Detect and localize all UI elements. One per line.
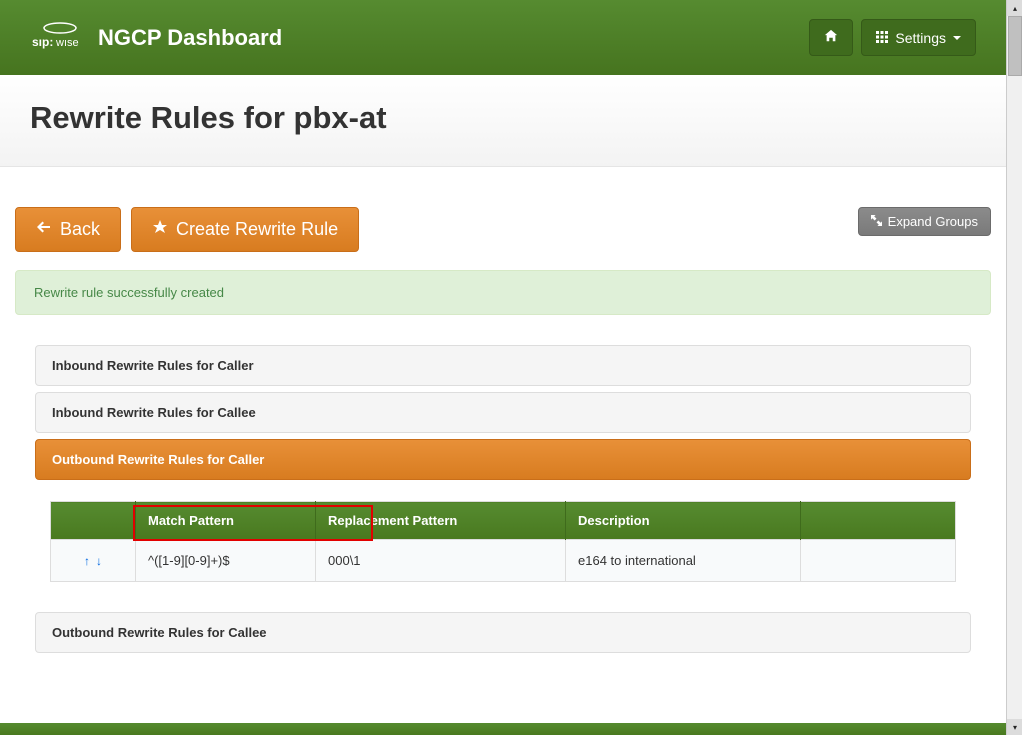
grid-icon xyxy=(876,30,888,46)
settings-label: Settings xyxy=(895,30,946,46)
expand-label: Expand Groups xyxy=(888,214,978,229)
cell-replacement: 000\1 xyxy=(316,540,566,582)
scroll-down-icon[interactable]: ▾ xyxy=(1007,719,1022,735)
panel-body-outbound-caller: Match Pattern Replacement Pattern Descri… xyxy=(35,486,971,612)
footer-bar xyxy=(0,723,1006,735)
brand[interactable]: sıp: wıse NGCP Dashboard xyxy=(30,22,282,54)
table-header-match: Match Pattern xyxy=(136,502,316,540)
nav-right: Settings xyxy=(809,19,976,56)
chevron-down-icon xyxy=(953,36,961,40)
expand-icon xyxy=(871,214,882,229)
create-rule-button[interactable]: Create Rewrite Rule xyxy=(131,207,359,252)
action-bar: Back Create Rewrite Rule Expand Groups xyxy=(15,207,991,252)
table-row[interactable]: ↑ ↓ ^([1-9][0-9]+)$ 000\1 e164 to intern… xyxy=(51,540,956,582)
cell-match: ^([1-9][0-9]+)$ xyxy=(136,540,316,582)
top-navbar: sıp: wıse NGCP Dashboard xyxy=(0,0,1006,75)
svg-text:wıse: wıse xyxy=(55,37,79,49)
sipwise-logo: sıp: wıse xyxy=(30,22,90,54)
svg-text:sıp:: sıp: xyxy=(32,35,53,49)
page-title: Rewrite Rules for pbx-at xyxy=(30,100,976,136)
outer-scrollbar[interactable]: ▴ ▾ xyxy=(1006,0,1022,735)
content-area: Back Create Rewrite Rule Expand Groups xyxy=(0,167,1006,719)
alert-message: Rewrite rule successfully created xyxy=(34,285,224,300)
table-header-sort xyxy=(51,502,136,540)
cell-description: e164 to international xyxy=(566,540,801,582)
table-header-replacement: Replacement Pattern xyxy=(316,502,566,540)
arrow-left-icon xyxy=(36,219,52,240)
home-icon xyxy=(824,29,838,46)
star-icon xyxy=(152,219,168,240)
panel-outbound-callee[interactable]: Outbound Rewrite Rules for Callee xyxy=(35,612,971,653)
panel-outbound-caller[interactable]: Outbound Rewrite Rules for Caller xyxy=(35,439,971,480)
panels-container: Inbound Rewrite Rules for Caller Inbound… xyxy=(15,345,991,653)
table-header-description: Description xyxy=(566,502,801,540)
back-label: Back xyxy=(60,219,100,240)
cell-actions xyxy=(801,540,956,582)
panel-inbound-caller[interactable]: Inbound Rewrite Rules for Caller xyxy=(35,345,971,386)
brand-title: NGCP Dashboard xyxy=(98,25,282,51)
page-container: sıp: wıse NGCP Dashboard xyxy=(0,0,1006,735)
settings-button[interactable]: Settings xyxy=(861,19,976,56)
create-label: Create Rewrite Rule xyxy=(176,219,338,240)
table-header-actions xyxy=(801,502,956,540)
expand-groups-button[interactable]: Expand Groups xyxy=(858,207,991,236)
back-button[interactable]: Back xyxy=(15,207,121,252)
panel-inbound-callee[interactable]: Inbound Rewrite Rules for Callee xyxy=(35,392,971,433)
move-up-icon[interactable]: ↑ xyxy=(84,554,90,568)
page-header-section: Rewrite Rules for pbx-at xyxy=(0,75,1006,167)
scroll-up-icon[interactable]: ▴ xyxy=(1007,0,1022,16)
move-down-icon[interactable]: ↓ xyxy=(96,554,102,568)
success-alert: Rewrite rule successfully created xyxy=(15,270,991,315)
rules-table: Match Pattern Replacement Pattern Descri… xyxy=(50,501,956,582)
home-button[interactable] xyxy=(809,19,853,56)
scroll-thumb[interactable] xyxy=(1008,16,1022,76)
